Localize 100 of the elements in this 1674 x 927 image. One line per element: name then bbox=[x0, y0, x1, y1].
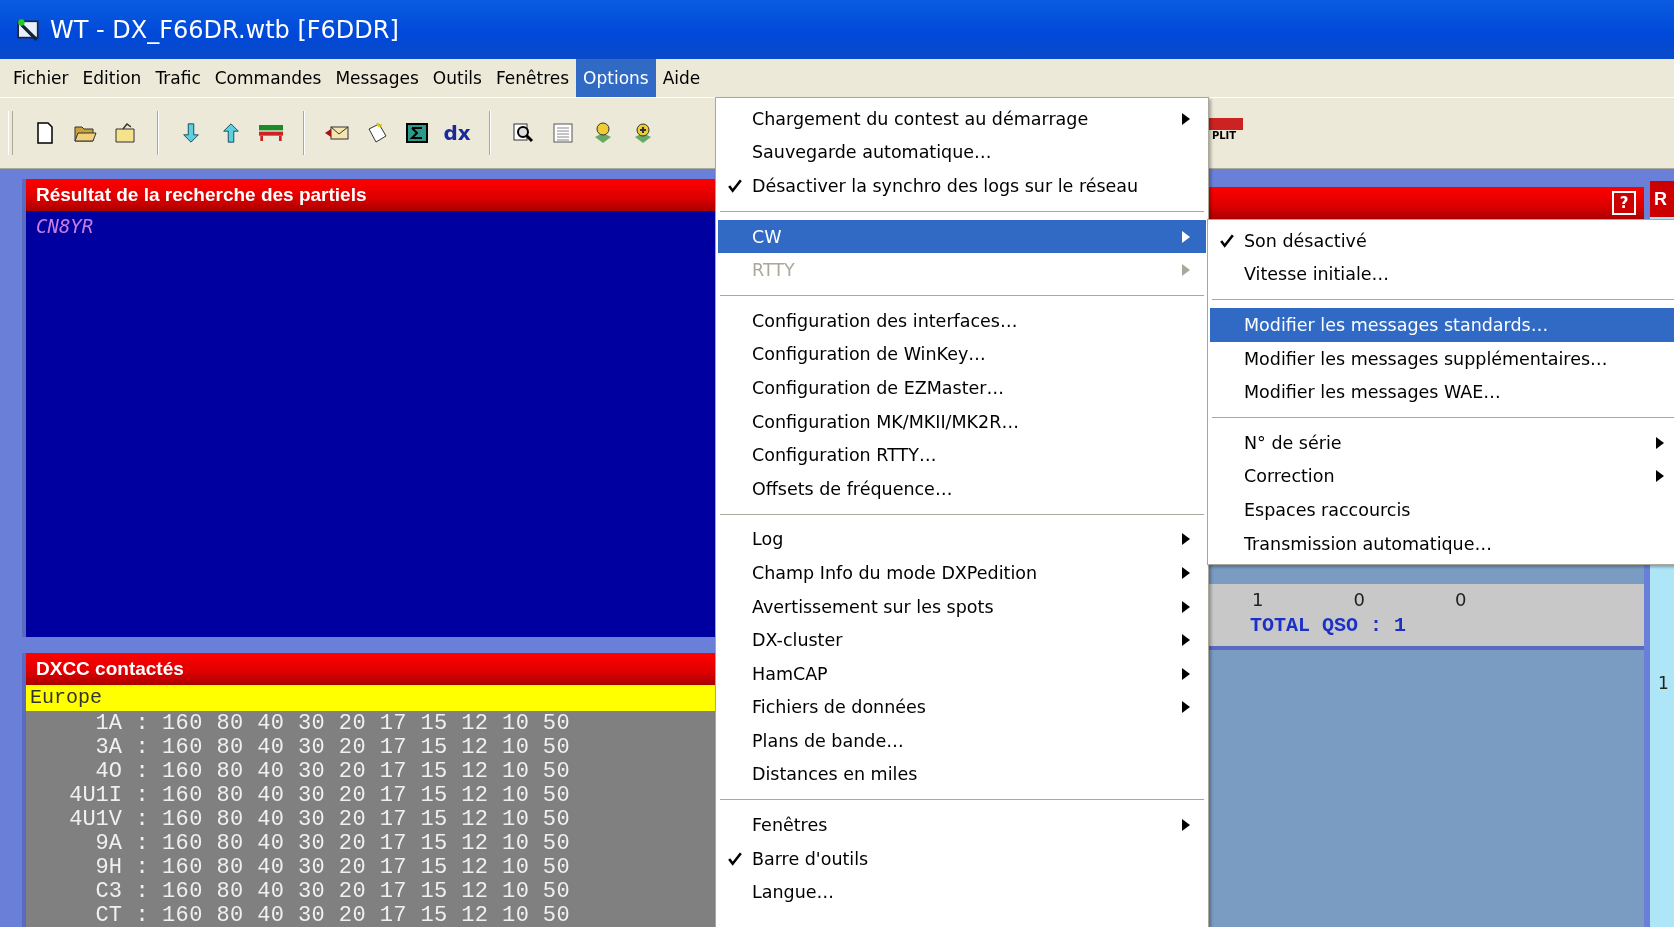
bands-text: 160 80 40 30 20 17 15 12 10 50 bbox=[162, 854, 571, 880]
total-qso-text: TOTAL QSO : 1 bbox=[1249, 614, 1408, 637]
colon-text: : bbox=[134, 830, 150, 856]
menu-bar-item[interactable]: Edition bbox=[75, 59, 149, 97]
menu-item[interactable]: Transmission automatique… bbox=[1210, 526, 1674, 561]
menu-item[interactable]: Fenêtres bbox=[718, 808, 1206, 842]
menu-item[interactable]: HamCAP bbox=[718, 656, 1206, 691]
menu-item[interactable]: Son désactivé bbox=[1210, 224, 1674, 258]
menu-item[interactable]: Barre d'outils bbox=[718, 841, 1206, 876]
panel-title: DXCC contactés bbox=[36, 658, 184, 680]
menu-item[interactable]: Espaces raccourcis bbox=[1210, 493, 1674, 527]
prefix-text: CT bbox=[94, 902, 122, 927]
menu-bar-item[interactable]: Options bbox=[576, 59, 656, 97]
prefix-text: 9H bbox=[94, 854, 122, 880]
menu-item[interactable]: Offsets de fréquence… bbox=[718, 471, 1206, 506]
menu-item[interactable]: Désactiver la synchro des logs sur le réseau bbox=[718, 169, 1206, 203]
bands-text: 160 80 40 30 20 17 15 12 10 50 bbox=[162, 758, 571, 784]
prefix-text: 3A bbox=[94, 734, 122, 760]
submenu-arrow-icon bbox=[1182, 634, 1190, 647]
check-icon bbox=[728, 179, 742, 193]
prefix-text: 4U1V bbox=[68, 806, 122, 832]
menu-item[interactable]: Configuration de WinKey… bbox=[718, 337, 1206, 372]
dx-button[interactable]: dx bbox=[439, 115, 475, 151]
submenu-arrow-icon bbox=[1182, 112, 1190, 125]
help-button[interactable]: ? bbox=[1612, 191, 1636, 215]
menu-item[interactable]: N° de série bbox=[1210, 425, 1674, 460]
colon-text: : bbox=[134, 806, 150, 832]
menu-item[interactable]: Plans de bande… bbox=[718, 724, 1206, 758]
menu-bar-item[interactable]: Trafic bbox=[148, 59, 208, 97]
menu-item[interactable]: Champ Info du mode DXPedition bbox=[718, 556, 1206, 590]
menu-bar-item[interactable]: Messages bbox=[328, 59, 426, 97]
menu-item[interactable]: Modifier les messages WAE… bbox=[1210, 375, 1674, 409]
submenu-arrow-icon bbox=[1182, 600, 1190, 613]
submenu-arrow-icon bbox=[1182, 566, 1190, 579]
submenu-arrow-icon bbox=[1182, 667, 1190, 680]
menu-item[interactable]: Langue… bbox=[718, 875, 1206, 910]
menu-item[interactable]: Correction bbox=[1210, 459, 1674, 494]
bands-text: 160 80 40 30 20 17 15 12 10 50 bbox=[162, 878, 571, 904]
colon-text: : bbox=[134, 710, 150, 736]
bands-text: 160 80 40 30 20 17 15 12 10 50 bbox=[162, 782, 571, 808]
submenu-arrow-icon bbox=[1182, 819, 1190, 832]
bands-text: 160 80 40 30 20 17 15 12 10 50 bbox=[162, 734, 571, 760]
menu-item[interactable]: Distances en miles bbox=[718, 757, 1206, 792]
menu-item[interactable]: Chargement du contest au démarrage bbox=[718, 102, 1206, 136]
colon-text: : bbox=[134, 758, 150, 784]
prefix-text: 1A bbox=[94, 710, 122, 736]
colon-text: : bbox=[134, 878, 150, 904]
menu-bar-item[interactable]: Fichier bbox=[6, 59, 76, 97]
count-text: 1 bbox=[1252, 588, 1264, 610]
menu-item[interactable]: CW bbox=[718, 219, 1206, 254]
bands-text: 160 80 40 30 20 17 15 12 10 50 bbox=[162, 902, 571, 927]
colon-text: : bbox=[134, 854, 150, 880]
menu-bar-item[interactable]: Aide bbox=[655, 59, 708, 97]
menu-item[interactable]: DX-cluster bbox=[718, 623, 1206, 657]
side-panel-title: R bbox=[1650, 181, 1674, 217]
check-icon bbox=[728, 851, 742, 866]
colon-text: : bbox=[134, 734, 150, 760]
submenu-arrow-icon bbox=[1182, 230, 1190, 243]
menu-item[interactable]: Fichiers de données bbox=[718, 690, 1206, 725]
prefix-text: 4U1I bbox=[68, 782, 122, 808]
submenu-arrow-icon bbox=[1656, 436, 1664, 449]
submenu-arrow-icon bbox=[1182, 533, 1190, 546]
menu-item[interactable]: Log bbox=[718, 522, 1206, 557]
side-value-text: 1 bbox=[1657, 673, 1670, 693]
prefix-text: 9A bbox=[94, 830, 122, 856]
menu-item[interactable]: Modifier les messages standards… bbox=[1210, 308, 1674, 342]
menu-item[interactable]: Configuration des interfaces… bbox=[718, 303, 1206, 338]
menu-bar-item[interactable]: Fenêtres bbox=[488, 59, 577, 97]
search-icon bbox=[511, 121, 535, 145]
menu-item[interactable]: Configuration RTTY… bbox=[718, 438, 1206, 472]
menu-item[interactable]: Configuration MK/MKII/MK2R… bbox=[718, 404, 1206, 439]
menu-bar-item[interactable]: Commandes bbox=[207, 59, 329, 97]
menu-item[interactable]: Modifier les messages supplémentaires… bbox=[1210, 341, 1674, 376]
submenu-arrow-icon bbox=[1656, 470, 1664, 483]
submenu-arrow-icon bbox=[1182, 264, 1190, 277]
bands-text: 160 80 40 30 20 17 15 12 10 50 bbox=[162, 710, 571, 736]
folder-icon bbox=[113, 121, 137, 145]
sigma-box-icon bbox=[405, 121, 429, 145]
arrow-down-icon bbox=[180, 121, 202, 145]
callsign-entry[interactable]: CN8YR bbox=[36, 215, 94, 237]
arrow-up-icon bbox=[220, 121, 242, 145]
menu-item[interactable]: Vitesse initiale… bbox=[1210, 257, 1674, 292]
bars-icon bbox=[259, 125, 283, 141]
bands-text: 160 80 40 30 20 17 15 12 10 50 bbox=[162, 830, 571, 856]
submenu-arrow-icon bbox=[1182, 701, 1190, 714]
menu-item[interactable]: Configuration de EZMaster… bbox=[718, 371, 1206, 405]
panel-title: Résultat de la recherche des partiels bbox=[36, 184, 367, 206]
menu-item[interactable]: Avertissement sur les spots bbox=[718, 589, 1206, 624]
count-text: 0 bbox=[1454, 588, 1467, 610]
colon-text: : bbox=[134, 902, 150, 927]
window-title: WT - DX_F66DR.wtb [F6DDR] bbox=[50, 15, 399, 44]
check-icon bbox=[1220, 233, 1234, 248]
menu-item[interactable]: Sauvegarde automatique… bbox=[718, 135, 1206, 170]
bands-text: 160 80 40 30 20 17 15 12 10 50 bbox=[162, 806, 571, 832]
menu-bar-item[interactable]: Outils bbox=[425, 59, 489, 97]
prefix-text: C3 bbox=[94, 878, 122, 904]
prefix-text: 4O bbox=[94, 758, 122, 784]
colon-text: : bbox=[134, 782, 150, 808]
count-text: 0 bbox=[1353, 588, 1365, 610]
table-icon bbox=[551, 121, 575, 145]
